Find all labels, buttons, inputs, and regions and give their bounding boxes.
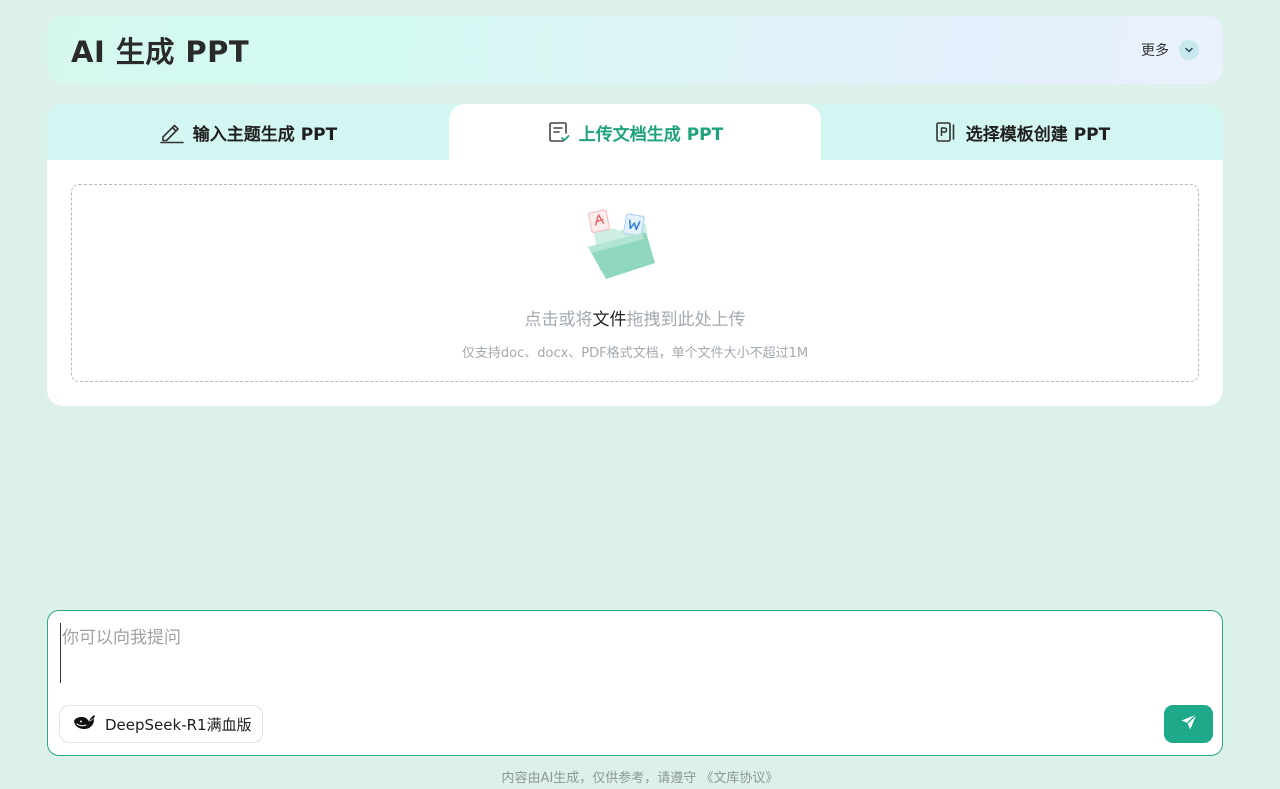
upload-panel: 点击或将文件拖拽到此处上传 仅支持doc、docx、PDF格式文档，单个文件大小… xyxy=(47,160,1223,406)
more-button[interactable]: 更多 xyxy=(1141,40,1199,60)
tab-topic-label: 输入主题生成 PPT xyxy=(192,124,338,145)
model-label: DeepSeek-R1满血版 xyxy=(105,715,252,734)
dropzone-text-before: 点击或将 xyxy=(524,310,593,330)
dropzone-hint: 仅支持doc、docx、PDF格式文档，单个文件大小不超过1M xyxy=(461,346,809,361)
page-title: AI 生成 PPT xyxy=(71,35,250,69)
send-icon xyxy=(1180,713,1198,735)
dropzone-text-highlight: 文件 xyxy=(592,310,627,330)
tab-upload-label: 上传文档生成 PPT xyxy=(578,124,724,145)
folder-with-files-icon xyxy=(584,207,662,293)
document-check-icon xyxy=(547,120,571,144)
agreement-link[interactable]: 《文库协议》 xyxy=(700,771,778,786)
chevron-down-icon xyxy=(1179,40,1199,60)
dropzone-instruction: 点击或将文件拖拽到此处上传 xyxy=(72,305,1198,330)
dropzone-text-after: 拖拽到此处上传 xyxy=(626,310,746,330)
model-selector-button[interactable]: DeepSeek-R1满血版 xyxy=(59,705,263,743)
disclaimer-text: 内容由AI生成，仅供参考，请遵守 xyxy=(501,771,701,786)
more-label: 更多 xyxy=(1141,43,1169,59)
pencil-icon xyxy=(159,120,185,144)
tab-upload-document[interactable]: 上传文档生成 PPT xyxy=(449,104,821,160)
disclaimer-footer: 内容由AI生成，仅供参考，请遵守 《文库协议》 xyxy=(0,767,1280,786)
prompt-input[interactable] xyxy=(60,623,1200,683)
file-dropzone[interactable]: 点击或将文件拖拽到此处上传 仅支持doc、docx、PDF格式文档，单个文件大小… xyxy=(71,184,1199,382)
send-button[interactable] xyxy=(1164,705,1213,743)
template-icon xyxy=(934,120,958,144)
prompt-composer: DeepSeek-R1满血版 xyxy=(47,610,1223,756)
deepseek-whale-icon xyxy=(72,712,96,736)
tab-template-label: 选择模板创建 PPT xyxy=(965,124,1111,145)
tab-template[interactable]: 选择模板创建 PPT xyxy=(821,104,1223,160)
tab-topic[interactable]: 输入主题生成 PPT xyxy=(47,104,449,160)
page-header: AI 生成 PPT 更多 xyxy=(47,16,1223,84)
mode-tabs: 输入主题生成 PPT 上传文档生成 PPT 选择模板创建 PPT xyxy=(47,104,1223,160)
